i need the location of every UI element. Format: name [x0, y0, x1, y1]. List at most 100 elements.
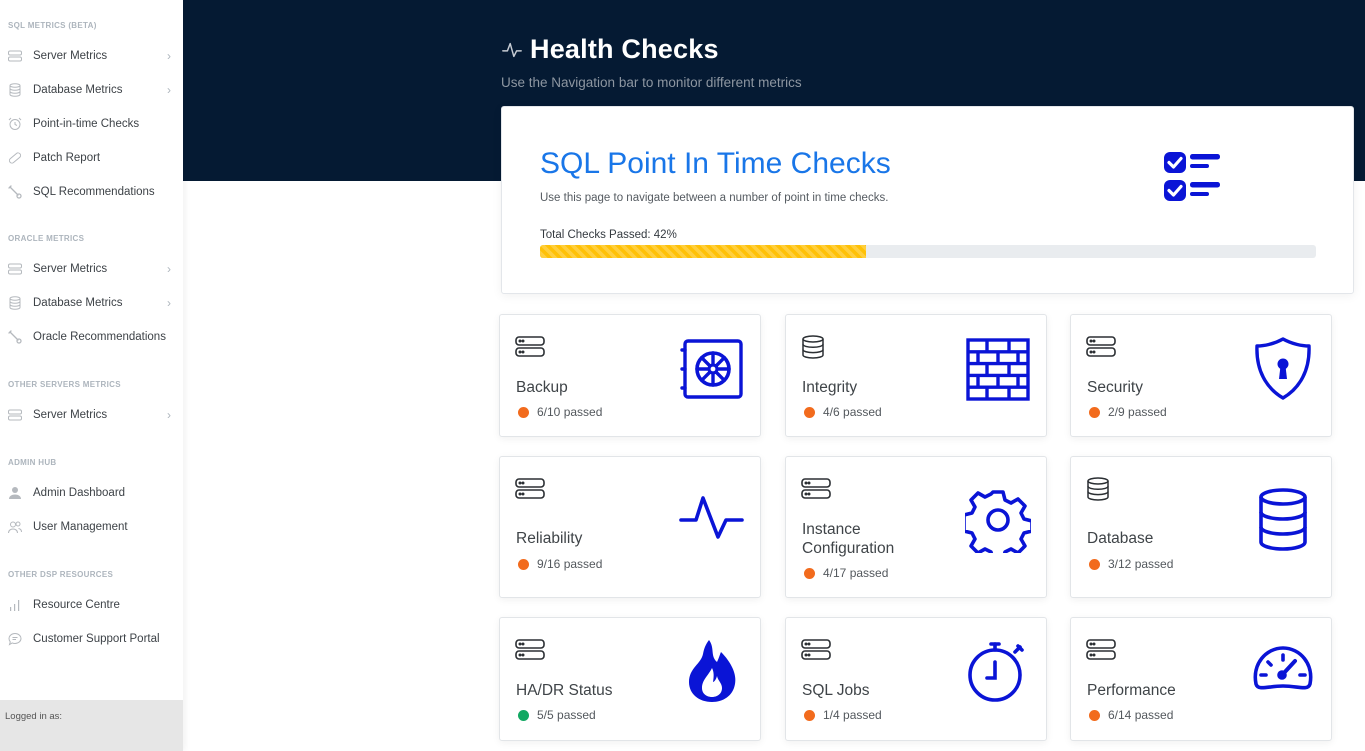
check-tile-ha-dr-status[interactable]: HA/DR Status 5/5 passed — [499, 617, 761, 741]
check-status-text: 4/6 passed — [823, 405, 882, 419]
sidebar-item-label: Database Metrics — [33, 297, 123, 309]
check-name: Integrity — [802, 379, 858, 396]
sidebar-item-label: Server Metrics — [33, 50, 108, 62]
page-title: Health Checks — [501, 34, 719, 65]
sidebar-item-label: Point-in-time Checks — [33, 118, 140, 130]
server-icon — [801, 638, 831, 662]
sidebar-item-admin-dashboard[interactable]: Admin Dashboard — [0, 476, 183, 510]
check-status-text: 4/17 passed — [823, 566, 889, 580]
progress-label: Total Checks Passed: 42% — [540, 229, 677, 241]
sidebar-nav: SQL METRICS (BETA) Server Metrics › Data… — [0, 0, 183, 700]
sidebar-item-label: SQL Recommendations — [33, 186, 155, 198]
server-icon — [801, 477, 831, 501]
sidebar-section-heading: OTHER SERVERS METRICS — [8, 380, 121, 389]
chevron-right-icon: › — [167, 408, 171, 422]
user-icon — [8, 486, 22, 500]
database-icon — [1250, 487, 1316, 553]
database-icon — [1086, 477, 1116, 501]
pulse-icon — [679, 487, 745, 553]
sidebar-section-heading: ORACLE METRICS — [8, 234, 85, 243]
page-subtitle: Use the Navigation bar to monitor differ… — [501, 75, 802, 90]
shield-keyhole-icon — [1250, 336, 1316, 402]
check-status: 3/12 passed — [1089, 557, 1173, 571]
progress-bar-fill — [540, 245, 866, 258]
check-tile-integrity[interactable]: Integrity 4/6 passed — [785, 314, 1047, 437]
check-tile-sql-jobs[interactable]: SQL Jobs 1/4 passed — [785, 617, 1047, 741]
server-icon — [1086, 638, 1116, 662]
sidebar-item-point-in-time-checks[interactable]: Point-in-time Checks — [0, 107, 183, 141]
check-status-text: 6/14 passed — [1108, 708, 1174, 722]
check-tile-backup[interactable]: Backup 6/10 passed — [499, 314, 761, 437]
sidebar-item-label: Server Metrics — [33, 263, 108, 275]
database-icon — [8, 83, 22, 97]
bandage-icon — [8, 151, 22, 165]
flame-icon — [679, 638, 745, 704]
sidebar-section: OTHER DSP RESOURCES Resource Centre Cust… — [0, 568, 183, 656]
brick-wall-icon — [965, 336, 1031, 402]
sidebar-item-label: Oracle Recommendations — [33, 331, 166, 343]
check-status: 4/6 passed — [804, 405, 882, 419]
check-status: 5/5 passed — [518, 708, 596, 722]
check-name: HA/DR Status — [516, 682, 613, 699]
sidebar-item-oracle-recommendations[interactable]: Oracle Recommendations — [0, 320, 183, 354]
check-status: 2/9 passed — [1089, 405, 1167, 419]
check-status-text: 9/16 passed — [537, 557, 603, 571]
speedometer-icon — [1250, 638, 1316, 704]
checklist-icon — [1164, 152, 1220, 201]
check-tile-instance-configuration[interactable]: Instance Configuration 4/17 passed — [785, 456, 1047, 598]
sidebar-section-heading: ADMIN HUB — [8, 458, 57, 467]
sidebar-section: ORACLE METRICS Server Metrics › Database… — [0, 232, 183, 354]
status-dot-icon — [1089, 709, 1100, 721]
chevron-right-icon: › — [167, 296, 171, 310]
sidebar-item-user-management[interactable]: User Management — [0, 510, 183, 544]
check-tile-database[interactable]: Database 3/12 passed — [1070, 456, 1332, 598]
sidebar-item-server-metrics[interactable]: Server Metrics › — [0, 398, 183, 432]
sidebar-item-database-metrics[interactable]: Database Metrics › — [0, 286, 183, 320]
page-title-text: Health Checks — [530, 34, 719, 64]
logged-in-label: Logged in as: — [5, 711, 63, 722]
sidebar-section-heading: OTHER DSP RESOURCES — [8, 570, 114, 579]
database-icon — [8, 296, 22, 310]
database-icon — [801, 335, 831, 359]
gear-icon — [962, 487, 1034, 562]
sidebar-item-database-metrics[interactable]: Database Metrics › — [0, 73, 183, 107]
check-status-text: 2/9 passed — [1108, 405, 1167, 419]
server-icon — [8, 262, 22, 276]
alarm-clock-icon — [8, 117, 22, 131]
sidebar-item-server-metrics[interactable]: Server Metrics › — [0, 252, 183, 286]
check-name: Security — [1087, 379, 1143, 396]
server-icon — [1086, 335, 1116, 359]
server-icon — [8, 408, 22, 422]
wrench-icon — [8, 185, 22, 199]
sidebar: SQL METRICS (BETA) Server Metrics › Data… — [0, 0, 183, 751]
server-icon — [515, 477, 545, 501]
safe-icon — [679, 336, 745, 402]
check-tile-reliability[interactable]: Reliability 9/16 passed — [499, 456, 761, 598]
check-status-text: 6/10 passed — [537, 405, 603, 419]
sidebar-item-sql-recommendations[interactable]: SQL Recommendations — [0, 175, 183, 209]
summary-card: SQL Point In Time Checks Use this page t… — [501, 106, 1354, 294]
activity-icon — [502, 42, 522, 57]
logged-in-panel: Logged in as: — [0, 700, 183, 751]
check-name: Instance Configuration — [802, 521, 895, 557]
status-dot-icon — [804, 567, 815, 579]
check-status-text: 5/5 passed — [537, 708, 596, 722]
sidebar-item-patch-report[interactable]: Patch Report — [0, 141, 183, 175]
check-status: 9/16 passed — [518, 557, 602, 571]
status-dot-icon — [1089, 406, 1100, 418]
check-status-text: 1/4 passed — [823, 708, 882, 722]
wrench-icon — [8, 330, 22, 344]
sidebar-item-customer-support-portal[interactable]: Customer Support Portal — [0, 622, 183, 656]
sidebar-item-label: Patch Report — [33, 152, 101, 164]
check-status: 4/17 passed — [804, 566, 888, 580]
check-name: Database — [1087, 530, 1154, 547]
sidebar-item-server-metrics[interactable]: Server Metrics › — [0, 39, 183, 73]
sidebar-section: OTHER SERVERS METRICS Server Metrics › — [0, 378, 183, 432]
check-tile-security[interactable]: Security 2/9 passed — [1070, 314, 1332, 437]
check-tile-performance[interactable]: Performance 6/14 passed — [1070, 617, 1332, 741]
sidebar-section: SQL METRICS (BETA) Server Metrics › Data… — [0, 19, 183, 209]
sidebar-item-resource-centre[interactable]: Resource Centre — [0, 588, 183, 622]
check-status: 1/4 passed — [804, 708, 882, 722]
sidebar-item-label: Resource Centre — [33, 599, 120, 611]
sidebar-item-label: Server Metrics — [33, 409, 108, 421]
